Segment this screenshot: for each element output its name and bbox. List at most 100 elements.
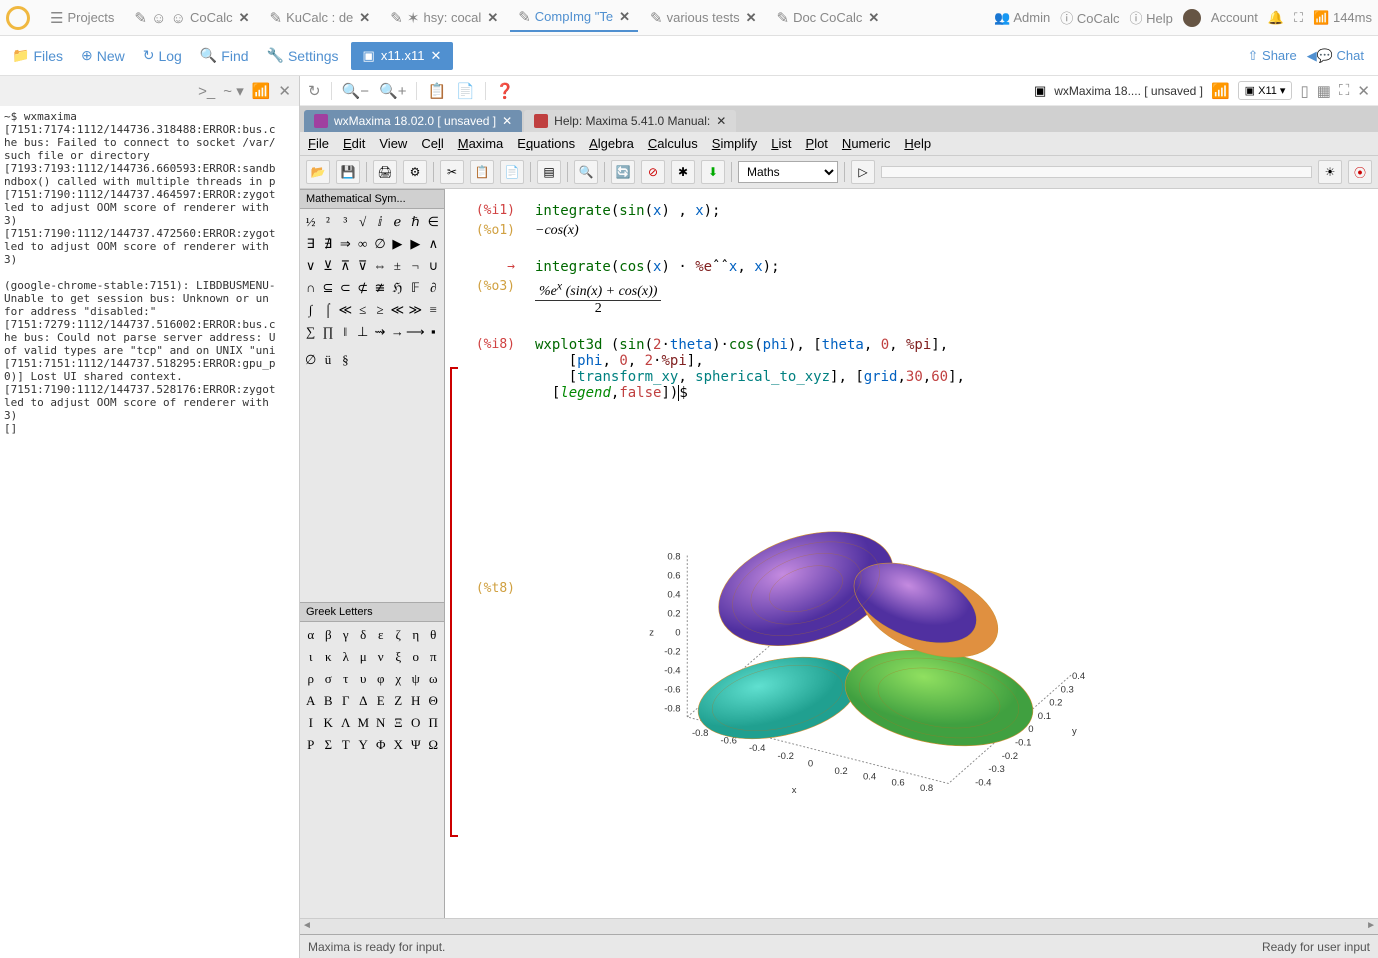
paste-icon[interactable]: 📄 (500, 160, 524, 184)
reload-icon[interactable]: ↻ (308, 82, 321, 100)
greek-button[interactable]: σ (320, 668, 338, 690)
greek-button[interactable]: Μ (355, 712, 373, 734)
greek-button[interactable]: Σ (320, 734, 338, 756)
greek-button[interactable]: ψ (407, 668, 425, 690)
palette-math-title[interactable]: Mathematical Sym... (300, 189, 444, 209)
x11-button[interactable]: ▣ X11 ▾ (1238, 81, 1293, 100)
greek-button[interactable]: Υ (355, 734, 373, 756)
split-icon[interactable]: ▦ (1317, 82, 1331, 100)
symbol-button[interactable]: ⊽ (354, 255, 371, 277)
greek-button[interactable]: Ρ (302, 734, 320, 756)
symbol-button[interactable] (354, 349, 371, 371)
symbol-button[interactable]: ⇝ (371, 321, 388, 343)
wxm-tab-help[interactable]: Help: Maxima 5.41.0 Manual:✕ (524, 110, 736, 132)
greek-button[interactable]: Ξ (390, 712, 408, 734)
symbol-button[interactable]: ⊥ (354, 321, 371, 343)
symbol-button[interactable]: ▪ (425, 321, 442, 343)
close-icon[interactable]: ✕ (716, 114, 726, 128)
config-icon[interactable]: ⚙ (403, 160, 427, 184)
log-button[interactable]: ↻Log (137, 43, 188, 68)
symbol-button[interactable]: ≪ (389, 299, 406, 321)
symbol-button[interactable]: ≡ (425, 299, 442, 321)
greek-button[interactable]: ε (372, 624, 390, 646)
restart-icon[interactable]: 🔄 (611, 160, 635, 184)
cell-type-select[interactable]: Maths (738, 161, 838, 183)
fullscreen-icon[interactable]: ⛶ (1294, 10, 1303, 26)
greek-button[interactable]: δ (355, 624, 373, 646)
weather-icon[interactable]: ☀ (1318, 160, 1342, 184)
symbol-button[interactable]: ⊄ (354, 277, 371, 299)
menu-view[interactable]: View (379, 136, 407, 151)
symbol-button[interactable]: ≤ (354, 299, 371, 321)
symbol-button[interactable]: ∞ (354, 233, 371, 255)
stop-icon[interactable]: ⊘ (641, 160, 665, 184)
chat-button[interactable]: ◀💬 Chat (1307, 48, 1364, 64)
symbol-button[interactable]: ³ (337, 211, 354, 233)
symbol-button[interactable]: ‖ (337, 321, 354, 343)
cell-bracket[interactable] (450, 367, 458, 837)
select-icon[interactable]: ▤ (537, 160, 561, 184)
symbol-button[interactable]: ⟶ (406, 321, 425, 343)
copy-icon[interactable]: 📋 (427, 82, 446, 100)
greek-button[interactable]: Ω (425, 734, 443, 756)
close-icon[interactable]: ✕ (619, 9, 630, 25)
symbol-button[interactable]: ∅ (302, 349, 319, 371)
bell-icon[interactable]: 🔔 (1268, 10, 1284, 26)
new-button[interactable]: ⊕New (75, 43, 131, 68)
project-tab-0[interactable]: ✎ ☺ ☺CoCalc✕ (126, 5, 257, 31)
greek-button[interactable]: λ (337, 646, 355, 668)
menu-list[interactable]: List (771, 136, 791, 151)
greek-button[interactable]: Τ (337, 734, 355, 756)
input-cell[interactable]: integrate(cos(x) · %eˆˆx, x); (535, 259, 1358, 275)
greek-button[interactable]: γ (337, 624, 355, 646)
greek-button[interactable]: ζ (390, 624, 408, 646)
symbol-button[interactable] (371, 349, 388, 371)
project-tab-5[interactable]: ✎Doc CoCalc✕ (768, 5, 887, 31)
greek-button[interactable]: Κ (320, 712, 338, 734)
greek-button[interactable]: Δ (355, 690, 373, 712)
cocalc-link[interactable]: ⓘ CoCalc (1060, 8, 1119, 27)
greek-button[interactable]: Ο (407, 712, 425, 734)
settings-button[interactable]: 🔧Settings (261, 43, 345, 68)
symbol-button[interactable]: ≫ (406, 299, 425, 321)
symbol-button[interactable] (425, 349, 442, 371)
greek-button[interactable]: χ (390, 668, 408, 690)
greek-button[interactable]: Η (407, 690, 425, 712)
symbol-button[interactable]: √ (354, 211, 371, 233)
symbol-button[interactable]: ≪ (337, 299, 354, 321)
close-icon[interactable]: ✕ (239, 10, 250, 26)
greek-button[interactable]: Ε (372, 690, 390, 712)
admin-link[interactable]: 👥 Admin (994, 10, 1050, 26)
files-button[interactable]: 📁Files (6, 43, 69, 68)
greek-button[interactable]: ξ (390, 646, 408, 668)
greek-button[interactable]: Ζ (390, 690, 408, 712)
greek-button[interactable]: μ (355, 646, 373, 668)
symbol-button[interactable]: ⊼ (337, 255, 354, 277)
symbol-button[interactable]: ≇ (371, 277, 388, 299)
greek-button[interactable]: ι (302, 646, 320, 668)
greek-button[interactable]: ρ (302, 668, 320, 690)
close-icon[interactable]: ✕ (359, 10, 370, 26)
symbol-button[interactable]: ¬ (406, 255, 425, 277)
symbol-button[interactable]: ⌠ (319, 299, 336, 321)
symbol-button[interactable]: ∅ (371, 233, 388, 255)
greek-button[interactable]: Θ (425, 690, 443, 712)
close-icon[interactable]: ✕ (487, 10, 498, 26)
symbol-button[interactable]: ∨ (302, 255, 319, 277)
menu-file[interactable]: File (308, 136, 329, 151)
symbol-button[interactable]: ∈ (425, 211, 442, 233)
symbol-button[interactable]: ℏ (406, 211, 425, 233)
find-button[interactable]: 🔍Find (194, 43, 255, 68)
symbol-button[interactable]: ≥ (371, 299, 388, 321)
paste-icon[interactable]: 📄 (456, 82, 475, 100)
save-icon[interactable]: 💾 (336, 160, 360, 184)
greek-button[interactable]: Β (320, 690, 338, 712)
symbol-button[interactable]: § (337, 349, 354, 371)
symbol-button[interactable]: ⇔ (371, 255, 388, 277)
project-tab-3[interactable]: ✎CompImg "Te✕ (510, 4, 638, 32)
close-icon[interactable]: ✕ (1357, 82, 1370, 100)
symbol-button[interactable]: ∄ (319, 233, 336, 255)
star-icon[interactable]: ✱ (671, 160, 695, 184)
greek-button[interactable]: φ (372, 668, 390, 690)
lifebuoy-icon[interactable]: ⦿ (1348, 160, 1372, 184)
